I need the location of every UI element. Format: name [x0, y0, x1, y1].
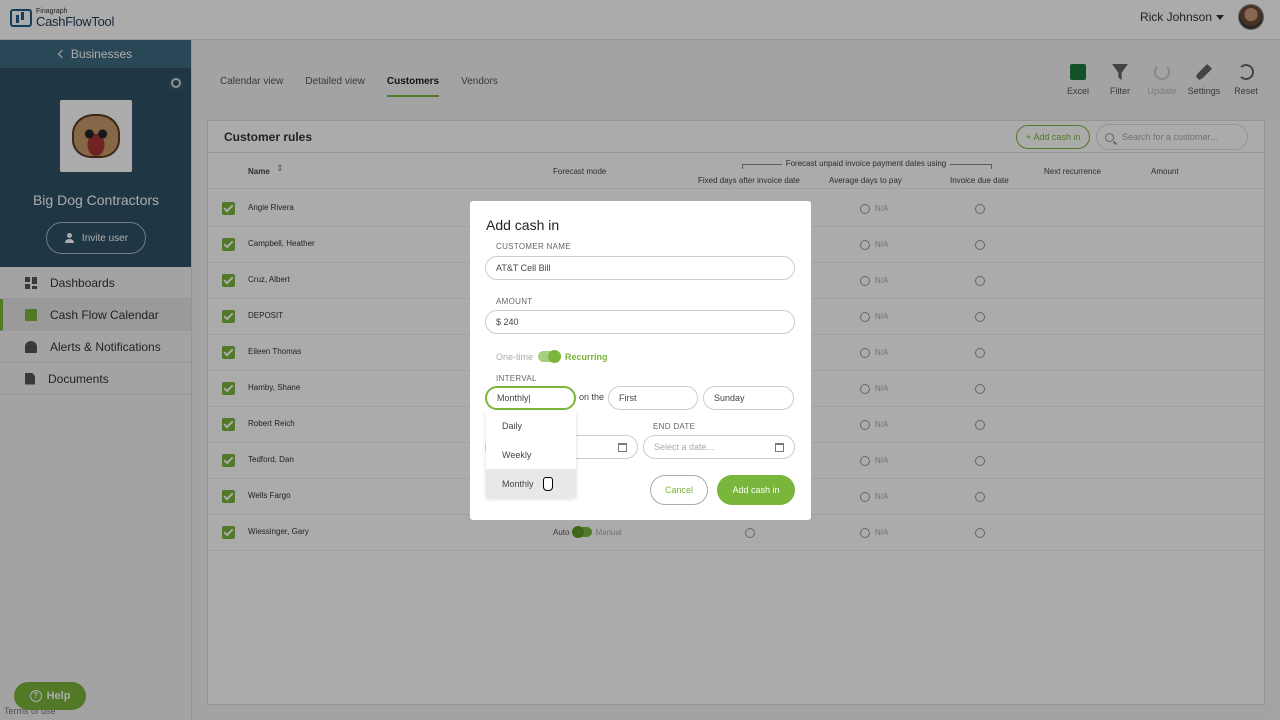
interval-option-daily[interactable]: Daily: [486, 411, 576, 440]
calendar-icon[interactable]: [775, 443, 784, 452]
add-cash-in-submit-button[interactable]: Add cash in: [717, 475, 795, 505]
end-date-field[interactable]: Select a date...: [643, 435, 795, 459]
end-date-placeholder: Select a date...: [654, 442, 715, 452]
weekday-value: Sunday: [714, 393, 745, 403]
interval-value: Monthly|: [497, 393, 531, 403]
weekday-select[interactable]: Sunday: [703, 386, 794, 410]
end-date-label: END DATE: [653, 422, 696, 431]
customer-name-label: CUSTOMER NAME: [496, 242, 571, 251]
one-time-label[interactable]: One-time: [496, 352, 533, 362]
recurrence-toggle-row: One-time Recurring: [496, 350, 608, 363]
cancel-button[interactable]: Cancel: [650, 475, 708, 505]
interval-option-weekly[interactable]: Weekly: [486, 440, 576, 469]
interval-label: INTERVAL: [496, 374, 537, 383]
ordinal-select[interactable]: First: [608, 386, 698, 410]
recurring-toggle[interactable]: [538, 350, 562, 363]
on-the-label: on the: [579, 392, 605, 402]
amount-value: $ 240: [496, 317, 519, 327]
interval-option-monthly[interactable]: Monthly: [486, 469, 576, 498]
amount-field[interactable]: $ 240: [485, 310, 795, 334]
calendar-icon[interactable]: [618, 443, 627, 452]
interval-dropdown: Daily Weekly Monthly: [486, 411, 576, 498]
interval-input[interactable]: Monthly|: [485, 386, 576, 410]
amount-label: AMOUNT: [496, 297, 533, 306]
hand-cursor-icon: [543, 477, 553, 491]
customer-name-field[interactable]: AT&T Cell Bill: [485, 256, 795, 280]
customer-name-value: AT&T Cell Bill: [496, 263, 551, 273]
recurring-label[interactable]: Recurring: [565, 352, 608, 362]
ordinal-value: First: [619, 393, 637, 403]
modal-title: Add cash in: [486, 217, 560, 233]
